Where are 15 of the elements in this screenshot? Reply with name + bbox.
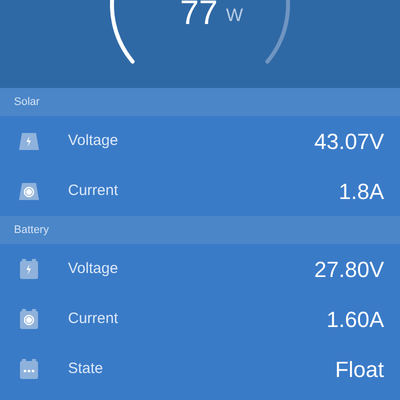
reading-label: Current <box>68 308 118 329</box>
reading-label: Voltage <box>68 130 118 151</box>
reading-label: Voltage <box>68 258 118 279</box>
gauge-fill <box>110 0 135 64</box>
section-heading: Battery <box>14 222 49 238</box>
power-unit: W <box>226 6 243 24</box>
reading-value: Float <box>335 356 384 384</box>
power-value: 77 <box>180 0 218 30</box>
reading-label: State <box>68 358 104 379</box>
reading-value: 27.80V <box>314 256 384 284</box>
reading-label: Current <box>68 180 118 201</box>
reading-value: 43.07V <box>314 128 384 156</box>
section-heading: Solar <box>14 94 40 110</box>
reading-value: 1.60A <box>326 306 384 334</box>
reading-value: 1.8A <box>338 178 384 206</box>
